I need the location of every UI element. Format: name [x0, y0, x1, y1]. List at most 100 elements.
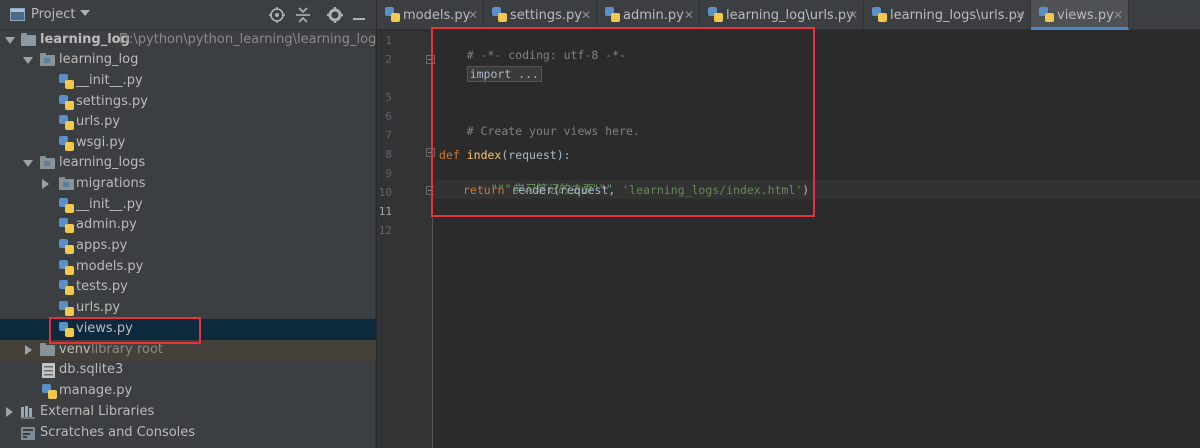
- tree-node-file[interactable]: tests.py: [0, 277, 376, 298]
- hide-panel-icon[interactable]: [350, 6, 368, 24]
- paren-token: ): [802, 183, 810, 197]
- close-icon[interactable]: ✕: [684, 8, 694, 22]
- tab-admin[interactable]: admin.py ✕: [597, 0, 700, 30]
- python-file-icon: [59, 280, 74, 295]
- chevron-down-icon[interactable]: [23, 57, 33, 64]
- python-file-icon: [492, 7, 507, 22]
- line-number-gutter[interactable]: 1 2 5 6 7 8 9 10 11 12: [377, 31, 435, 448]
- project-panel: Project learning_log D:\python\python_le…: [0, 0, 376, 448]
- tree-node-external-libraries[interactable]: External Libraries: [0, 402, 376, 423]
- library-icon: [21, 406, 35, 419]
- tab-learning-log-urls[interactable]: learning_log\urls.py ✕: [700, 0, 864, 30]
- tree-node-venv[interactable]: venv library root: [0, 340, 376, 361]
- tree-node-file[interactable]: apps.py: [0, 236, 376, 257]
- tree-node-scratches[interactable]: Scratches and Consoles: [0, 423, 376, 444]
- tree-node-package[interactable]: learning_logs: [0, 153, 376, 174]
- tree-node-file[interactable]: __init__.py: [0, 195, 376, 216]
- keyword-token: def: [439, 148, 460, 162]
- gear-icon[interactable]: [326, 6, 344, 24]
- folder-icon: [21, 33, 36, 46]
- tree-node-file[interactable]: urls.py: [0, 298, 376, 319]
- tab-learning-logs-urls[interactable]: learning_logs\urls.py ✕: [864, 0, 1031, 30]
- tree-node-label: learning_log: [40, 32, 130, 47]
- tab-label: models.py: [403, 8, 471, 23]
- python-file-icon: [605, 7, 620, 22]
- tab-label: learning_logs\urls.py: [890, 8, 1025, 23]
- code-line-9: def index(request):: [439, 148, 571, 162]
- code-line-2: import ...: [439, 53, 542, 95]
- tree-node-label: admin.py: [76, 217, 137, 232]
- python-file-icon: [42, 384, 57, 399]
- tree-node-file[interactable]: wsgi.py: [0, 133, 376, 154]
- python-file-icon: [59, 322, 74, 337]
- python-file-icon: [59, 198, 74, 213]
- locate-icon[interactable]: [268, 6, 286, 24]
- project-view-selector[interactable]: Project: [31, 7, 75, 22]
- code-line-7: # Create your views here.: [439, 110, 640, 152]
- close-icon[interactable]: ✕: [581, 8, 591, 22]
- python-file-icon: [385, 7, 400, 22]
- line-number: 7: [385, 129, 392, 142]
- tree-node-file[interactable]: settings.py: [0, 92, 376, 113]
- tab-views-active[interactable]: views.py ✕: [1031, 0, 1129, 30]
- code-line-11: return render(request, 'learning_logs/in…: [463, 183, 809, 197]
- close-icon[interactable]: ✕: [848, 8, 858, 22]
- folded-imports[interactable]: import ...: [466, 66, 542, 82]
- tree-node-label: urls.py: [76, 300, 121, 315]
- line-number: 5: [385, 91, 392, 104]
- tree-node-package[interactable]: learning_log: [0, 50, 376, 71]
- project-header: Project: [0, 0, 376, 30]
- tree-node-file[interactable]: __init__.py: [0, 71, 376, 92]
- package-folder-icon: [40, 156, 55, 169]
- python-file-icon: [59, 95, 74, 110]
- tab-settings[interactable]: settings.py ✕: [484, 0, 597, 30]
- comment-token: # Create your views here.: [466, 124, 640, 138]
- tab-label: admin.py: [623, 8, 684, 23]
- chevron-down-icon[interactable]: [23, 160, 33, 167]
- tab-models[interactable]: models.py ✕: [377, 0, 484, 30]
- python-file-icon: [872, 7, 887, 22]
- line-number: 8: [385, 148, 392, 161]
- tree-node-file[interactable]: models.py: [0, 257, 376, 278]
- tab-label: views.py: [1057, 8, 1114, 23]
- chevron-right-icon[interactable]: [42, 179, 49, 189]
- close-icon[interactable]: ✕: [1015, 8, 1025, 22]
- chevron-down-icon[interactable]: [80, 10, 90, 16]
- tree-node-file[interactable]: manage.py: [0, 381, 376, 402]
- line-number: 1: [385, 34, 392, 47]
- python-file-icon: [59, 260, 74, 275]
- tree-node-package[interactable]: migrations: [0, 174, 376, 195]
- tree-node-label: tests.py: [76, 279, 128, 294]
- tree-node-file-selected[interactable]: views.py: [0, 319, 376, 340]
- editor-tab-bar: models.py ✕ settings.py ✕ admin.py ✕ lea…: [377, 0, 1200, 30]
- chevron-down-icon[interactable]: [5, 37, 15, 44]
- tree-node-label: models.py: [76, 259, 144, 274]
- close-icon[interactable]: ✕: [1113, 8, 1123, 22]
- tree-node-file[interactable]: admin.py: [0, 215, 376, 236]
- tree-node-label: venv: [59, 342, 91, 357]
- tree-node-file[interactable]: urls.py: [0, 112, 376, 133]
- close-icon[interactable]: ✕: [468, 8, 478, 22]
- tab-label: settings.py: [510, 8, 582, 23]
- python-file-icon: [59, 239, 74, 254]
- chevron-right-icon[interactable]: [6, 407, 13, 417]
- tree-node-root[interactable]: learning_log D:\python\python_learning\l…: [0, 30, 376, 51]
- tree-node-label: __init__.py: [76, 197, 143, 212]
- database-file-icon: [42, 363, 55, 378]
- python-file-icon: [708, 7, 723, 22]
- tree-node-annotation: library root: [91, 342, 164, 357]
- python-file-icon: [59, 218, 74, 233]
- code-editor[interactable]: # -*- coding: utf-8 -*- import ... # Cre…: [431, 27, 1200, 448]
- collapse-icon[interactable]: [294, 6, 312, 24]
- call-token: render(request,: [504, 183, 623, 197]
- project-window-icon: [10, 8, 25, 21]
- line-number: 12: [378, 224, 392, 237]
- tree-node-label: wsgi.py: [76, 135, 126, 150]
- tree-node-label: views.py: [76, 321, 133, 336]
- tree-node-label: External Libraries: [40, 404, 155, 419]
- string-token: 'learning_logs/index.html': [622, 183, 803, 197]
- tree-node-file[interactable]: db.sqlite3: [0, 360, 376, 381]
- chevron-right-icon[interactable]: [25, 345, 32, 355]
- line-number: 10: [378, 186, 392, 199]
- python-file-icon: [59, 301, 74, 316]
